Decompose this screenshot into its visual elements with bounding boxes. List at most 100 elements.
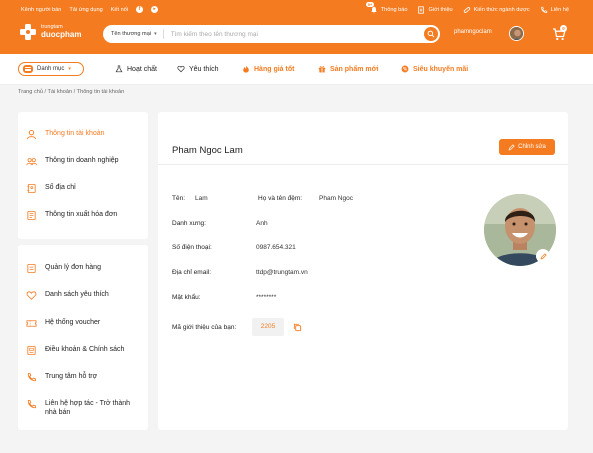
sidebar-item-label: Sổ địa chỉ [45, 184, 76, 191]
nav-best-price[interactable]: Hàng giá tốt [242, 65, 294, 73]
sidebar-item-label: Hệ thống voucher [45, 319, 101, 326]
facebook-icon[interactable]: f [136, 6, 144, 13]
header: Kênh người bán Tải ứng dụng Kết nối f ▸ … [0, 0, 593, 54]
nav-favorites[interactable]: Yêu thích [177, 65, 219, 73]
nav-label: Sản phẩm mới [330, 65, 379, 73]
ticket-icon [26, 320, 37, 327]
search-button[interactable] [424, 27, 438, 41]
notifications-label: Thông báo [380, 7, 408, 13]
contact-label: Liên hệ [550, 7, 569, 13]
pencil-icon [540, 252, 547, 259]
search-icon [427, 30, 435, 38]
about-link[interactable]: Giới thiệu [417, 6, 453, 14]
phone-icon [540, 6, 547, 13]
phone-value: 0987.654.321 [256, 244, 296, 251]
gift-icon [318, 66, 326, 73]
sidebar-item-label: Thông tin tài khoản [45, 130, 105, 137]
top-links: Kênh người bán Tải ứng dụng Kết nối f ▸ [21, 6, 159, 13]
password-label: Mật khẩu: [172, 294, 201, 301]
sidebar-item-vouchers[interactable]: Hệ thống voucher [26, 318, 100, 329]
edit-button[interactable]: Chỉnh sửa [499, 139, 555, 155]
sidebar-item-business-info[interactable]: Thông tin doanh nghiệp [26, 156, 119, 167]
users-icon [26, 158, 37, 166]
pencil-icon [508, 143, 515, 150]
phone-icon [27, 399, 36, 409]
logo-mark-icon [20, 24, 36, 40]
sidebar-item-label: Thông tin doanh nghiệp [45, 157, 119, 164]
sidebar-item-partner-contact[interactable]: Liên hệ hợp tác - Trở thành nhà bán [26, 399, 136, 417]
orders-icon [27, 263, 36, 274]
sidebar-item-account-info[interactable]: Thông tin tài khoản [26, 129, 105, 140]
nav-super-sale[interactable]: % Siêu khuyến mãi [401, 65, 468, 73]
sidebar-item-terms[interactable]: Điều khoản & Chính sách [26, 345, 124, 356]
seller-channel-link[interactable]: Kênh người bán [21, 7, 61, 13]
notifications-link[interactable]: 9+ Thông báo [365, 2, 408, 14]
sidebar-item-invoice-info[interactable]: Thông tin xuất hóa đơn [26, 210, 117, 221]
sidebar-item-label: Điều khoản & Chính sách [45, 346, 125, 353]
honorific-value: Anh [256, 220, 268, 227]
contact-link[interactable]: Liên hệ [540, 6, 569, 14]
username[interactable]: phamngoclam [454, 29, 492, 35]
knowledge-label: Kiến thức ngành dược [473, 7, 530, 13]
connect-label: Kết nối [110, 6, 129, 13]
first-name-label: Tên: [172, 195, 186, 202]
youtube-icon[interactable]: ▸ [151, 6, 159, 13]
search-input[interactable] [163, 30, 424, 38]
user-icon [26, 130, 37, 140]
cart-count-badge: 0 [560, 25, 567, 32]
sale-badge-icon: % [401, 65, 409, 73]
logo-line2: duocpham [41, 29, 82, 39]
nav-label: Yêu thích [189, 65, 219, 73]
sidebar-account-card: Thông tin tài khoản Thông tin doanh nghi… [18, 112, 148, 239]
address-book-icon [27, 183, 36, 194]
logo[interactable]: trungtam duocpham [18, 23, 81, 41]
bell-icon [370, 6, 377, 14]
search-category-label: Tên thương mại [111, 31, 152, 37]
edit-button-label: Chỉnh sửa [518, 144, 546, 150]
category-menu-button[interactable]: Danh mục ▾ [18, 62, 84, 76]
referral-code-label: Mã giới thiệu của bạn: [172, 324, 237, 331]
last-name-label: Họ và tên đệm: [258, 195, 303, 202]
sidebar-item-support[interactable]: Trung tâm hỗ trợ [26, 372, 97, 383]
search-bar: Tên thương mại ▾ [103, 25, 440, 43]
email-label: Địa chỉ email: [172, 269, 212, 276]
user-avatar[interactable] [509, 26, 524, 41]
nav-new-products[interactable]: Sản phẩm mới [318, 65, 379, 73]
divider [158, 164, 568, 165]
email-value: ttdp@trungtam.vn [256, 269, 308, 276]
nav-label: Hàng giá tốt [254, 65, 295, 73]
sidebar-services-card: Quản lý đơn hàng Danh sách yêu thích Hệ … [18, 245, 148, 430]
nav-label: Siêu khuyến mãi [413, 65, 469, 73]
sidebar-item-label: Liên hệ hợp tác - Trở thành nhà bán [45, 400, 131, 416]
chevron-down-icon: ▾ [68, 66, 71, 72]
knowledge-link[interactable]: Kiến thức ngành dược [463, 6, 530, 14]
sidebar-item-label: Thông tin xuất hóa đơn [45, 211, 118, 218]
nav-active-ingredient[interactable]: Hoạt chất [115, 65, 157, 73]
search-category-select[interactable]: Tên thương mại ▾ [103, 29, 164, 39]
avatar-edit-button[interactable] [536, 249, 550, 263]
sidebar-item-wishlist[interactable]: Danh sách yêu thích [26, 290, 109, 301]
sidebar-item-label: Quản lý đơn hàng [45, 264, 101, 271]
pill-icon [463, 7, 470, 13]
honorific-label: Danh xưng: [172, 220, 206, 227]
nav-bar: Danh mục ▾ Hoạt chất Yêu thích Hàng giá … [0, 54, 593, 85]
fire-icon [243, 65, 249, 73]
download-app-link[interactable]: Tải ứng dụng [69, 7, 102, 13]
phone-label: Số điện thoại: [172, 244, 212, 251]
about-label: Giới thiệu [428, 7, 453, 13]
referral-code-value: 2205 [252, 318, 284, 336]
sidebar-item-address-book[interactable]: Sổ địa chỉ [26, 183, 76, 194]
sidebar-item-orders[interactable]: Quản lý đơn hàng [26, 263, 101, 274]
page-title: Pham Ngoc Lam [172, 145, 243, 156]
sidebar-item-label: Danh sách yêu thích [45, 291, 109, 298]
invoice-icon [27, 210, 36, 221]
category-menu-label: Danh mục [37, 66, 65, 72]
copy-icon[interactable] [293, 323, 302, 332]
last-name-value: Pham Ngoc [319, 195, 353, 202]
support-phone-icon [27, 372, 36, 382]
document-icon [418, 6, 425, 14]
heart-icon [177, 65, 185, 73]
top-right-links: 9+ Thông báo Giới thiệu Kiến thức ngành … [365, 2, 569, 14]
sidebar-item-label: Trung tâm hỗ trợ [45, 373, 98, 380]
chevron-down-icon: ▾ [154, 31, 157, 37]
